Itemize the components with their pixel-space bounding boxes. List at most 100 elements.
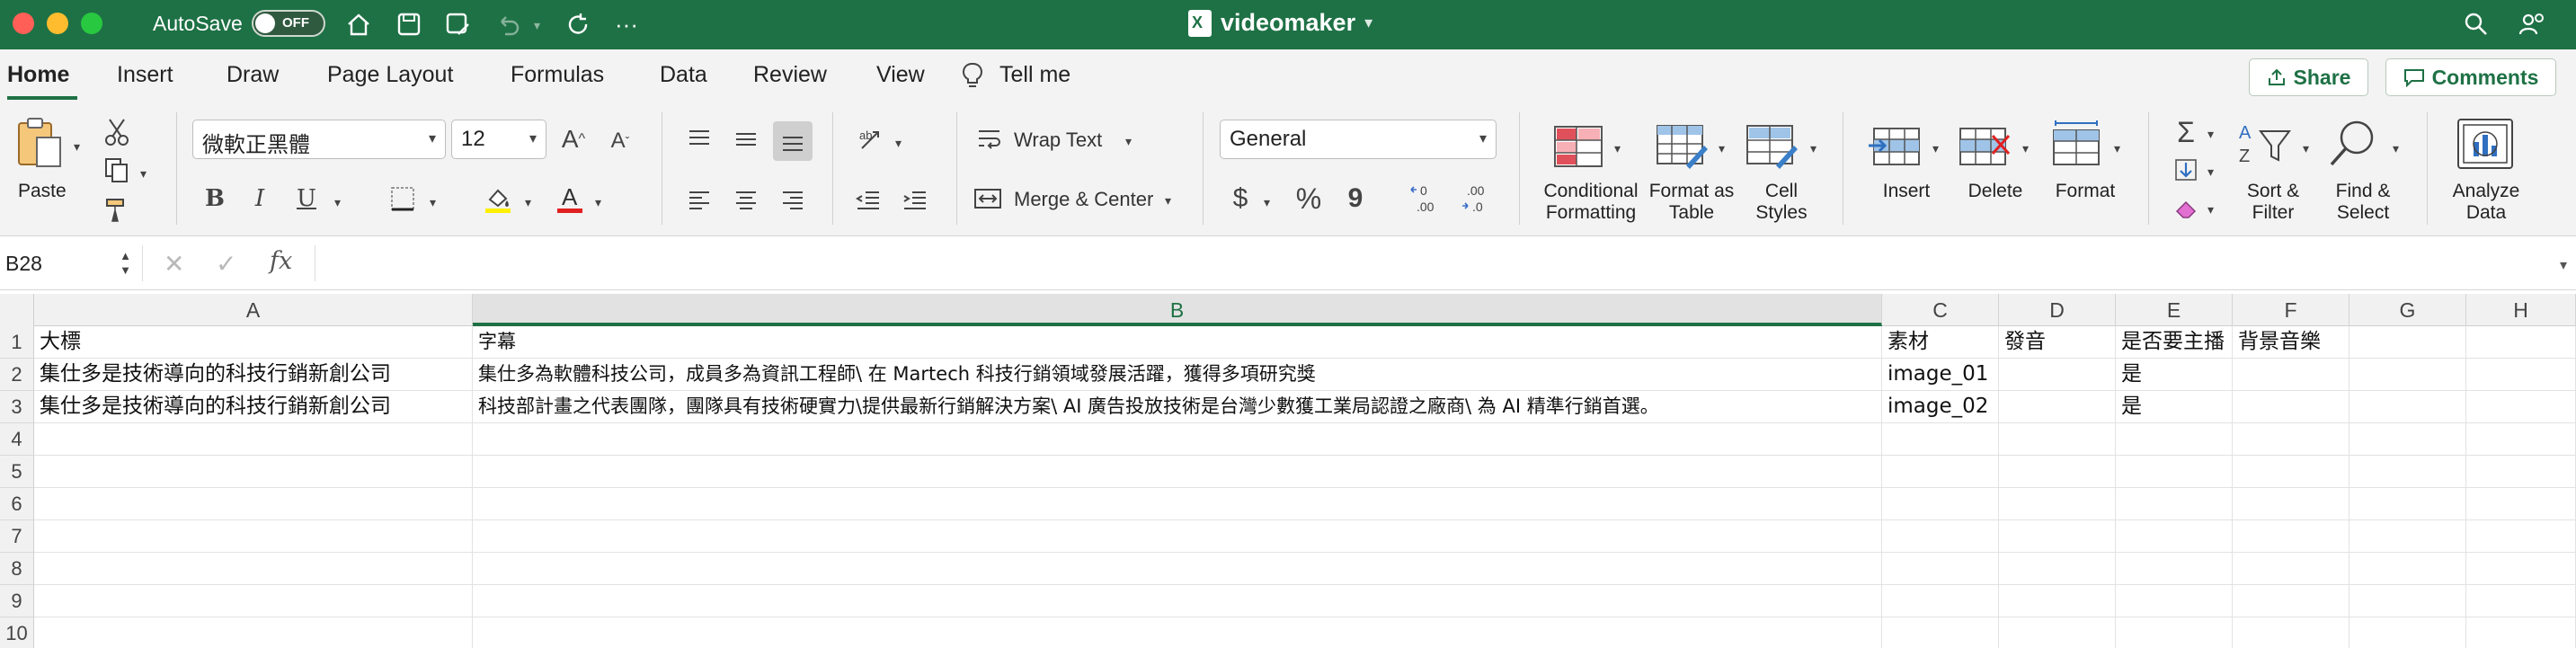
autosum-dropdown-icon[interactable]: ▾ — [2207, 127, 2214, 142]
cell-b7[interactable] — [473, 520, 1882, 553]
align-middle-icon[interactable] — [728, 121, 764, 157]
increase-indent-icon[interactable] — [897, 182, 933, 218]
cell-g4[interactable] — [2349, 423, 2466, 456]
cell-c3[interactable]: image_02 — [1882, 391, 1999, 423]
insert-function-button[interactable]: fx — [270, 247, 292, 275]
row-header-9[interactable]: 9 — [0, 585, 34, 617]
insert-cells-button[interactable]: Insert — [1875, 181, 1938, 202]
cell-b4[interactable] — [473, 423, 1882, 456]
cell-b6[interactable] — [473, 488, 1882, 520]
conditional-formatting-button[interactable]: Conditional Formatting — [1537, 181, 1645, 224]
cell-d8[interactable] — [1999, 553, 2116, 585]
cell-c6[interactable] — [1882, 488, 1999, 520]
cell-h6[interactable] — [2466, 488, 2576, 520]
clear-icon[interactable] — [2170, 191, 2202, 224]
increase-font-size-icon[interactable]: A ^ — [555, 121, 591, 157]
cell-d9[interactable] — [1999, 585, 2116, 617]
cell-g5[interactable] — [2349, 456, 2466, 488]
cell-d7[interactable] — [1999, 520, 2116, 553]
comma-style-button[interactable]: 9 — [1341, 181, 1370, 217]
copy-dropdown-icon[interactable]: ▾ — [140, 166, 147, 182]
wrap-text-button[interactable]: Wrap Text — [1014, 129, 1102, 152]
cell-d4[interactable] — [1999, 423, 2116, 456]
tab-draw[interactable]: Draw — [227, 62, 279, 88]
minimize-window-button[interactable] — [47, 13, 68, 34]
cell-e7[interactable] — [2116, 520, 2233, 553]
cell-c4[interactable] — [1882, 423, 1999, 456]
cell-g10[interactable] — [2349, 617, 2466, 648]
number-format-dropdown[interactable]: General ▾ — [1220, 120, 1497, 159]
merge-center-button[interactable]: Merge & Center — [1014, 188, 1153, 211]
column-header-g[interactable]: G — [2349, 294, 2466, 326]
select-all-button[interactable] — [0, 294, 34, 326]
cell-d2[interactable] — [1999, 359, 2116, 391]
confirm-entry-icon[interactable]: ✓ — [216, 249, 236, 279]
analyze-data-button[interactable]: Analyze Data — [2441, 181, 2531, 224]
undo-dropdown-icon[interactable]: ▾ — [534, 18, 540, 33]
insert-cells-icon[interactable] — [1866, 123, 1923, 170]
row-header-2[interactable]: 2 — [0, 359, 34, 391]
tab-view[interactable]: View — [876, 62, 925, 88]
cell-f9[interactable] — [2233, 585, 2349, 617]
cell-g8[interactable] — [2349, 553, 2466, 585]
underline-dropdown-icon[interactable]: ▾ — [334, 195, 341, 210]
column-header-a[interactable]: A — [34, 294, 473, 326]
cell-a6[interactable] — [34, 488, 473, 520]
increase-decimal-icon[interactable]: 0.00 — [1408, 181, 1447, 217]
format-as-table-button[interactable]: Format as Table — [1645, 181, 1738, 224]
delete-cells-dropdown-icon[interactable]: ▾ — [2022, 141, 2029, 156]
cell-styles-button[interactable]: Cell Styles — [1747, 181, 1816, 224]
format-painter-icon[interactable] — [99, 193, 135, 226]
cell-e6[interactable] — [2116, 488, 2233, 520]
cell-g9[interactable] — [2349, 585, 2466, 617]
sort-filter-icon[interactable]: AZ — [2236, 118, 2292, 172]
underline-button[interactable]: U — [291, 181, 322, 217]
paste-icon[interactable] — [13, 114, 67, 172]
merge-center-dropdown-icon[interactable]: ▾ — [1165, 193, 1171, 209]
row-header-7[interactable]: 7 — [0, 520, 34, 553]
save-icon[interactable] — [392, 7, 426, 41]
format-as-table-dropdown-icon[interactable]: ▾ — [1719, 141, 1725, 156]
conditional-formatting-icon[interactable] — [1551, 123, 1605, 170]
share-button[interactable]: Share — [2249, 58, 2368, 96]
cell-f1[interactable]: 背景音樂 — [2233, 326, 2349, 359]
row-header-8[interactable]: 8 — [0, 553, 34, 585]
cell-g2[interactable] — [2349, 359, 2466, 391]
cell-h1[interactable] — [2466, 326, 2576, 359]
align-right-icon[interactable] — [775, 182, 811, 218]
cell-f8[interactable] — [2233, 553, 2349, 585]
borders-dropdown-icon[interactable]: ▾ — [430, 195, 436, 210]
cell-b9[interactable] — [473, 585, 1882, 617]
row-header-3[interactable]: 3 — [0, 391, 34, 423]
cell-e3[interactable]: 是 — [2116, 391, 2233, 423]
cell-c10[interactable] — [1882, 617, 1999, 648]
cell-a2[interactable]: 集仕多是技術導向的科技行銷新創公司 — [34, 359, 473, 391]
cell-g6[interactable] — [2349, 488, 2466, 520]
conditional-formatting-dropdown-icon[interactable]: ▾ — [1614, 141, 1621, 156]
fill-color-dropdown-icon[interactable]: ▾ — [525, 195, 531, 210]
cell-a5[interactable] — [34, 456, 473, 488]
cell-h7[interactable] — [2466, 520, 2576, 553]
search-icon[interactable] — [2459, 7, 2493, 41]
font-color-icon[interactable]: A — [550, 179, 590, 218]
redo-icon[interactable] — [561, 7, 595, 41]
orientation-icon[interactable]: ab — [852, 120, 892, 159]
clear-dropdown-icon[interactable]: ▾ — [2207, 202, 2214, 217]
tell-me-search[interactable]: Tell me — [999, 62, 1070, 88]
fill-color-icon[interactable] — [478, 179, 518, 218]
wrap-text-dropdown-icon[interactable]: ▾ — [1125, 134, 1132, 149]
cell-c8[interactable] — [1882, 553, 1999, 585]
cell-g7[interactable] — [2349, 520, 2466, 553]
tab-home[interactable]: Home — [7, 62, 69, 88]
analyze-data-icon[interactable] — [2454, 116, 2517, 172]
row-header-10[interactable]: 10 — [0, 617, 34, 648]
cell-e10[interactable] — [2116, 617, 2233, 648]
cell-b3[interactable]: 科技部計畫之代表團隊，團隊具有技術硬實力\提供最新行銷解決方案\ AI 廣告投放… — [473, 391, 1882, 423]
cell-e8[interactable] — [2116, 553, 2233, 585]
tab-data[interactable]: Data — [660, 62, 707, 88]
cell-c1[interactable]: 素材 — [1882, 326, 1999, 359]
autosave-toggle[interactable]: OFF — [252, 10, 325, 37]
cancel-entry-icon[interactable]: ✕ — [164, 249, 184, 279]
tab-insert[interactable]: Insert — [117, 62, 173, 88]
cell-h3[interactable] — [2466, 391, 2576, 423]
